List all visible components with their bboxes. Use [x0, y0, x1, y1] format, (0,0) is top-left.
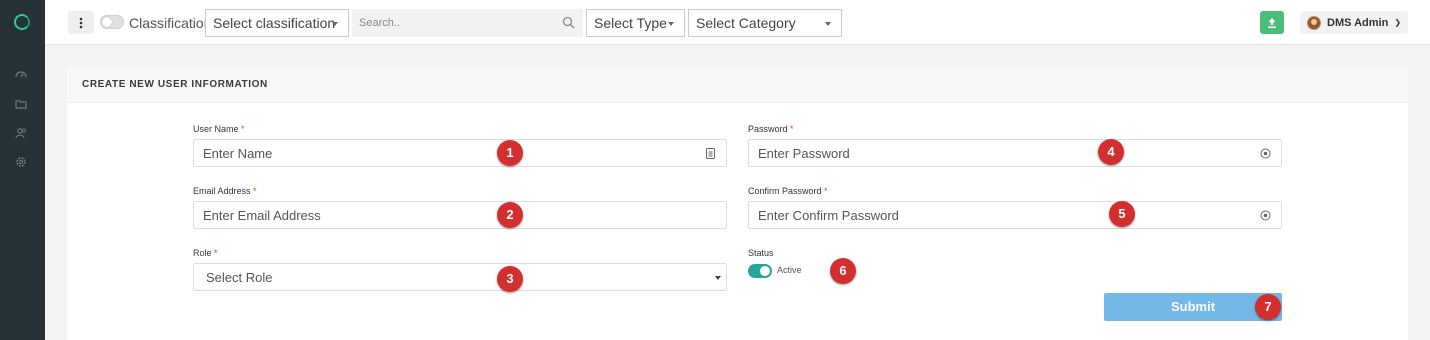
dashboard-icon[interactable]	[14, 68, 28, 82]
email-label: Email Address *	[193, 186, 257, 196]
annotation-badge: 3	[497, 266, 523, 292]
confirm-password-placeholder: Enter Confirm Password	[758, 208, 899, 223]
confirm-password-field[interactable]: Enter Confirm Password	[748, 201, 1282, 229]
create-user-panel: CREATE NEW USER INFORMATION User Name * …	[67, 67, 1408, 340]
status-label: Status	[748, 248, 774, 258]
annotation-badge: 5	[1109, 201, 1135, 227]
eye-icon[interactable]	[1260, 210, 1271, 221]
required-mark: *	[790, 124, 794, 134]
eye-icon[interactable]	[1260, 148, 1271, 159]
email-label-text: Email Address	[193, 186, 251, 196]
type-select-value: Select Type	[594, 15, 667, 31]
panel-title: CREATE NEW USER INFORMATION	[67, 67, 1408, 103]
confirm-password-label: Confirm Password *	[748, 186, 828, 196]
chevron-down-icon	[332, 22, 338, 26]
password-field[interactable]: Enter Password	[748, 139, 1282, 167]
username-label-text: User Name	[193, 124, 239, 134]
required-mark: *	[214, 248, 218, 258]
required-mark: *	[241, 124, 245, 134]
top-bar: Classification Select classification Sel…	[45, 0, 1430, 45]
role-label-text: Role	[193, 248, 212, 258]
classification-toggle[interactable]	[100, 15, 124, 29]
kebab-menu-button[interactable]	[68, 11, 94, 34]
status-value: Active	[777, 265, 802, 275]
chevron-down-icon	[825, 22, 831, 26]
role-select[interactable]: Select Role	[193, 263, 727, 291]
avatar	[1307, 15, 1321, 30]
role-select-value: Select Role	[206, 270, 273, 285]
status-toggle[interactable]	[748, 264, 772, 278]
required-mark: *	[253, 186, 257, 196]
search-box	[352, 9, 583, 37]
chevron-down-icon: ❯	[1394, 18, 1402, 27]
classification-select-value: Select classification	[213, 15, 336, 31]
classification-select[interactable]: Select classification	[205, 9, 349, 37]
sidebar	[0, 0, 45, 340]
users-icon[interactable]	[14, 126, 28, 140]
upload-button[interactable]	[1260, 11, 1284, 34]
category-select-value: Select Category	[696, 15, 796, 31]
annotation-badge: 1	[497, 140, 523, 166]
logo-icon[interactable]	[14, 14, 30, 30]
role-label: Role *	[193, 248, 218, 258]
password-label: Password *	[748, 124, 794, 134]
required-mark: *	[824, 186, 828, 196]
chevron-down-icon	[715, 276, 721, 280]
username-field[interactable]: Enter Name	[193, 139, 727, 167]
chevron-down-icon	[668, 22, 674, 26]
search-icon[interactable]	[562, 16, 575, 29]
type-select[interactable]: Select Type	[586, 9, 685, 37]
folder-icon[interactable]	[14, 97, 28, 111]
email-field[interactable]: Enter Email Address	[193, 201, 727, 229]
password-placeholder: Enter Password	[758, 146, 850, 161]
annotation-badge: 2	[497, 202, 523, 228]
annotation-badge: 6	[830, 258, 856, 284]
id-card-icon	[706, 148, 715, 159]
classification-label: Classification	[129, 15, 212, 31]
user-name: DMS Admin	[1327, 16, 1389, 29]
confirm-password-label-text: Confirm Password	[748, 186, 822, 196]
search-input[interactable]	[352, 9, 552, 37]
kebab-icon	[79, 17, 83, 28]
username-placeholder: Enter Name	[203, 146, 273, 161]
user-menu[interactable]: DMS Admin ❯	[1300, 11, 1408, 34]
settings-icon[interactable]	[14, 155, 28, 169]
annotation-badge: 7	[1255, 294, 1281, 320]
upload-icon	[1268, 17, 1276, 28]
username-label: User Name *	[193, 124, 245, 134]
annotation-badge: 4	[1098, 139, 1124, 165]
password-label-text: Password	[748, 124, 788, 134]
email-placeholder: Enter Email Address	[203, 208, 321, 223]
category-select[interactable]: Select Category	[688, 9, 842, 37]
